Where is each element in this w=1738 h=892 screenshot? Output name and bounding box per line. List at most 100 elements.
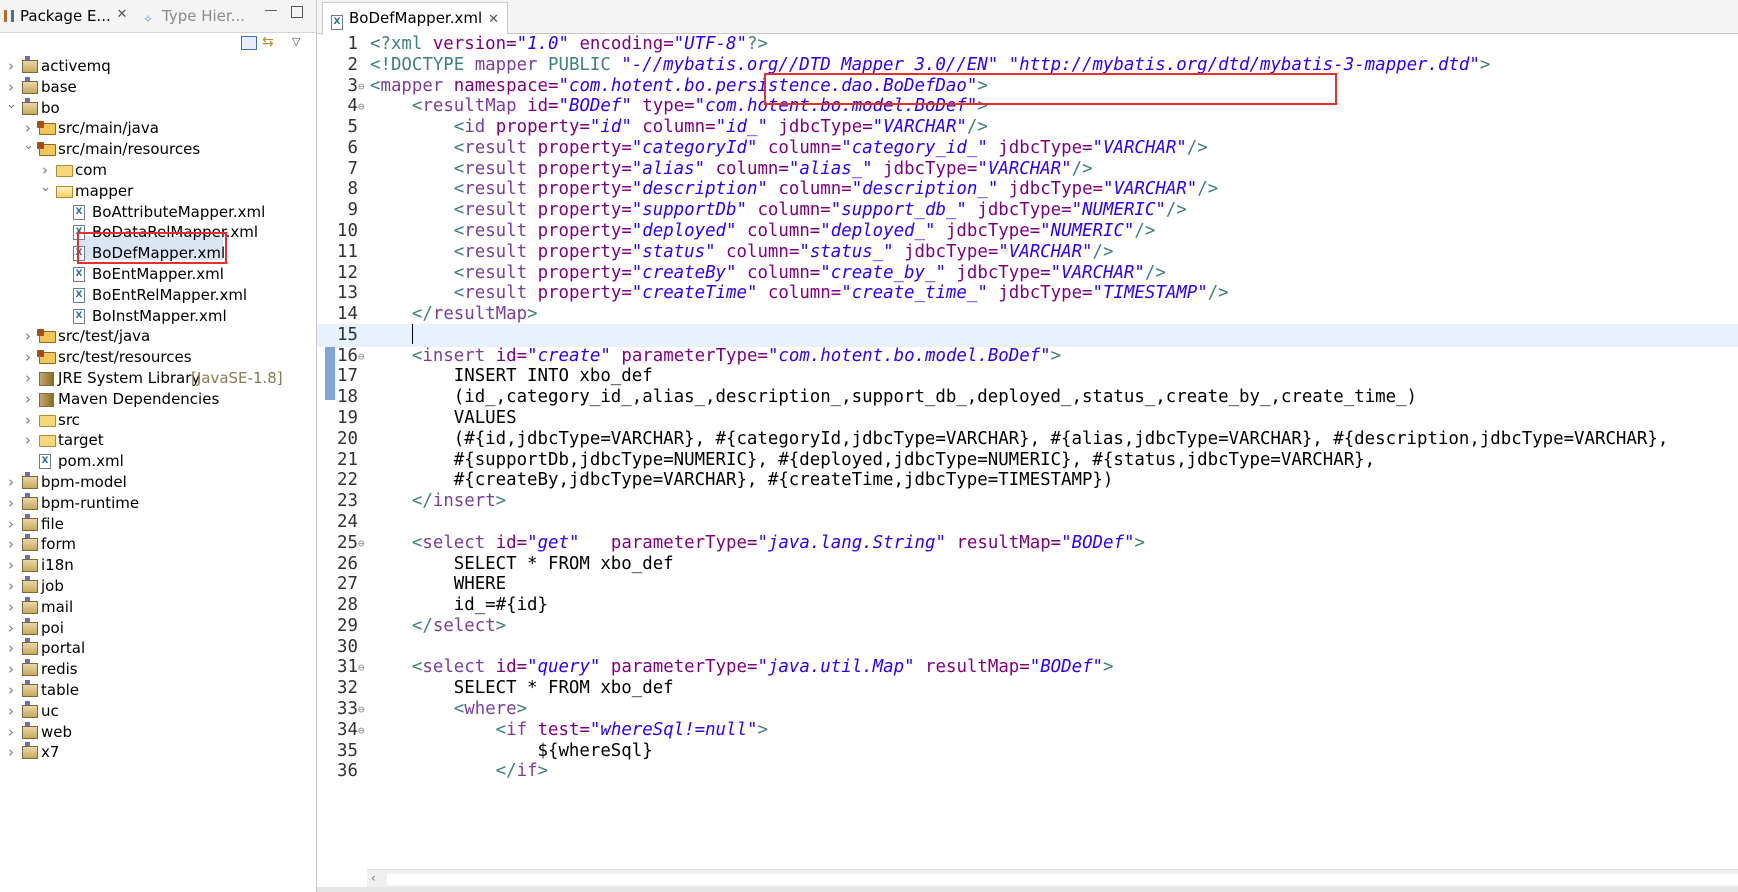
code-area[interactable]: 1 <?xml version="1.0" encoding="UTF-8"?> 2… xyxy=(317,34,1738,864)
chevron-right-icon[interactable]: › xyxy=(6,741,16,763)
scroll-left-icon[interactable]: ‹ xyxy=(371,871,376,885)
code-text xyxy=(370,323,413,347)
code-line[interactable]: 5 <id property="id" column="id_" jdbcTyp… xyxy=(317,116,1738,139)
code-token: result xyxy=(464,158,528,179)
code-line[interactable]: 27 WHERE xyxy=(317,573,1738,596)
fold-toggle-icon[interactable]: ⊖ xyxy=(358,719,368,742)
code-line[interactable]: 22 #{createBy,jdbcType=VARCHAR}, #{creat… xyxy=(317,469,1738,492)
code-line[interactable]: 9 <result property="supportDb" column="s… xyxy=(317,199,1738,222)
chevron-right-icon[interactable]: › xyxy=(6,575,16,597)
code-line[interactable]: 24 xyxy=(317,511,1738,534)
tree-item-label: uc xyxy=(41,701,59,720)
code-line[interactable]: 26 SELECT * FROM xbo_def xyxy=(317,553,1738,576)
code-token: > xyxy=(495,615,507,636)
chevron-right-icon[interactable]: › xyxy=(6,721,16,743)
code-line[interactable]: 32 SELECT * FROM xbo_def xyxy=(317,677,1738,700)
line-number: 13 xyxy=(337,283,358,304)
project-icon xyxy=(22,576,38,593)
code-line[interactable]: 25 ⊖ <select id="get" parameterType="java… xyxy=(317,532,1738,555)
line-number: 36 xyxy=(337,761,358,782)
fold-toggle-icon[interactable]: ⊖ xyxy=(358,698,368,721)
code-line[interactable]: 14 </resultMap> xyxy=(317,303,1738,326)
chevron-right-icon[interactable]: › xyxy=(6,513,16,535)
chevron-right-icon[interactable]: › xyxy=(6,471,16,493)
scrollbar-thumb[interactable] xyxy=(387,874,1738,885)
code-line[interactable]: 36 </if> xyxy=(317,760,1738,783)
chevron-down-icon[interactable]: ⌄ xyxy=(40,177,51,199)
code-line[interactable]: 31 ⊖ <select id="query" parameterType="ja… xyxy=(317,656,1738,679)
code-line[interactable]: 8 <result property="description" column=… xyxy=(317,178,1738,201)
code-token: "status_" xyxy=(799,241,894,262)
code-line[interactable]: 6 <result property="categoryId" column="… xyxy=(317,137,1738,160)
code-line[interactable]: 28 id_=#{id} xyxy=(317,594,1738,617)
chevron-right-icon[interactable]: › xyxy=(6,617,16,639)
code-line[interactable]: 15 xyxy=(317,323,1738,347)
fold-toggle-icon[interactable]: ⊖ xyxy=(358,656,368,679)
chevron-right-icon[interactable]: › xyxy=(6,637,16,659)
code-line[interactable]: 23 </insert> xyxy=(317,490,1738,513)
code-line[interactable]: 34 ⊖ <if test="whereSql!=null"> xyxy=(317,719,1738,742)
chevron-right-icon[interactable]: › xyxy=(6,554,16,576)
close-tab-icon[interactable]: ✕ xyxy=(115,8,129,22)
code-line[interactable]: 1 <?xml version="1.0" encoding="UTF-8"?> xyxy=(317,34,1738,56)
chevron-right-icon[interactable]: › xyxy=(6,55,16,77)
tab-bodefmapper[interactable]: X BoDefMapper.xml ✕ xyxy=(322,2,509,35)
code-line[interactable]: 7 <result property="alias" column="alias… xyxy=(317,158,1738,181)
horizontal-scrollbar[interactable]: ‹ xyxy=(367,869,1738,888)
tab-type-hierarchy[interactable]: ⟡ Type Hier... xyxy=(144,0,245,32)
chevron-right-icon[interactable]: › xyxy=(6,596,16,618)
close-tab-icon[interactable]: ✕ xyxy=(488,5,499,35)
chevron-right-icon[interactable]: › xyxy=(23,388,33,410)
code-line[interactable]: 21 #{supportDb,jdbcType=NUMERIC}, #{depl… xyxy=(317,449,1738,472)
code-line[interactable]: 16 ⊖ <insert id="create" parameterType="c… xyxy=(317,345,1738,368)
code-line[interactable]: 11 <result property="status" column="sta… xyxy=(317,241,1738,264)
code-token: id= xyxy=(527,96,559,117)
chevron-right-icon[interactable]: › xyxy=(23,429,33,451)
chevron-right-icon[interactable]: › xyxy=(23,409,33,431)
code-line[interactable]: 19 VALUES xyxy=(317,407,1738,430)
code-token: result xyxy=(464,283,528,304)
project-icon xyxy=(22,492,38,510)
code-token: < xyxy=(453,221,465,242)
code-line[interactable]: 35 ${whereSql} xyxy=(317,740,1738,763)
code-line[interactable]: 33 ⊖ <where> xyxy=(317,698,1738,721)
collapse-all-icon[interactable] xyxy=(241,36,257,50)
code-line[interactable]: 18 (id_,category_id_,alias_,description_… xyxy=(317,386,1738,409)
chevron-right-icon[interactable]: › xyxy=(23,325,33,347)
tree-item-label: src/test/java xyxy=(58,327,151,346)
chevron-down-icon[interactable]: ⌄ xyxy=(6,94,17,116)
fold-toggle-icon[interactable]: ⊖ xyxy=(358,95,368,118)
chevron-right-icon[interactable]: › xyxy=(6,679,16,701)
minimize-icon[interactable]: — xyxy=(264,4,278,18)
code-text: #{createBy,jdbcType=VARCHAR}, #{createTi… xyxy=(370,469,1114,492)
fold-toggle-icon[interactable]: ⊖ xyxy=(358,532,368,555)
maximize-icon[interactable] xyxy=(291,6,303,18)
fold-toggle-icon[interactable]: ⊖ xyxy=(358,345,368,368)
editor-tab-label: BoDefMapper.xml xyxy=(349,9,483,27)
code-line[interactable]: 17 INSERT INTO xbo_def xyxy=(317,365,1738,388)
link-with-editor-icon[interactable]: ⇆ xyxy=(262,35,276,49)
chevron-right-icon[interactable]: › xyxy=(6,700,16,722)
code-line[interactable]: 10 <result property="deployed" column="d… xyxy=(317,220,1738,243)
code-line[interactable]: 12 <result property="createBy" column="c… xyxy=(317,262,1738,285)
code-line[interactable]: 30 xyxy=(317,636,1738,659)
project-icon xyxy=(22,97,38,115)
code-line[interactable]: 20 (#{id,jdbcType=VARCHAR}, #{categoryId… xyxy=(317,428,1738,451)
chevron-right-icon[interactable]: › xyxy=(6,658,16,680)
chevron-right-icon[interactable]: › xyxy=(6,492,16,514)
code-line[interactable]: 29 </select> xyxy=(317,615,1738,638)
fold-toggle-icon[interactable]: ⊖ xyxy=(358,75,368,98)
chevron-right-icon[interactable]: › xyxy=(23,367,33,389)
chevron-down-icon[interactable]: ⌄ xyxy=(23,135,34,157)
code-line[interactable]: 13 <result property="createTime" column=… xyxy=(317,282,1738,305)
tab-package-explorer[interactable]: Package E... xyxy=(4,0,111,32)
chevron-right-icon[interactable]: › xyxy=(6,533,16,555)
chevron-right-icon[interactable]: › xyxy=(23,346,33,368)
view-menu-chevron-icon[interactable]: ▽ xyxy=(292,36,306,48)
